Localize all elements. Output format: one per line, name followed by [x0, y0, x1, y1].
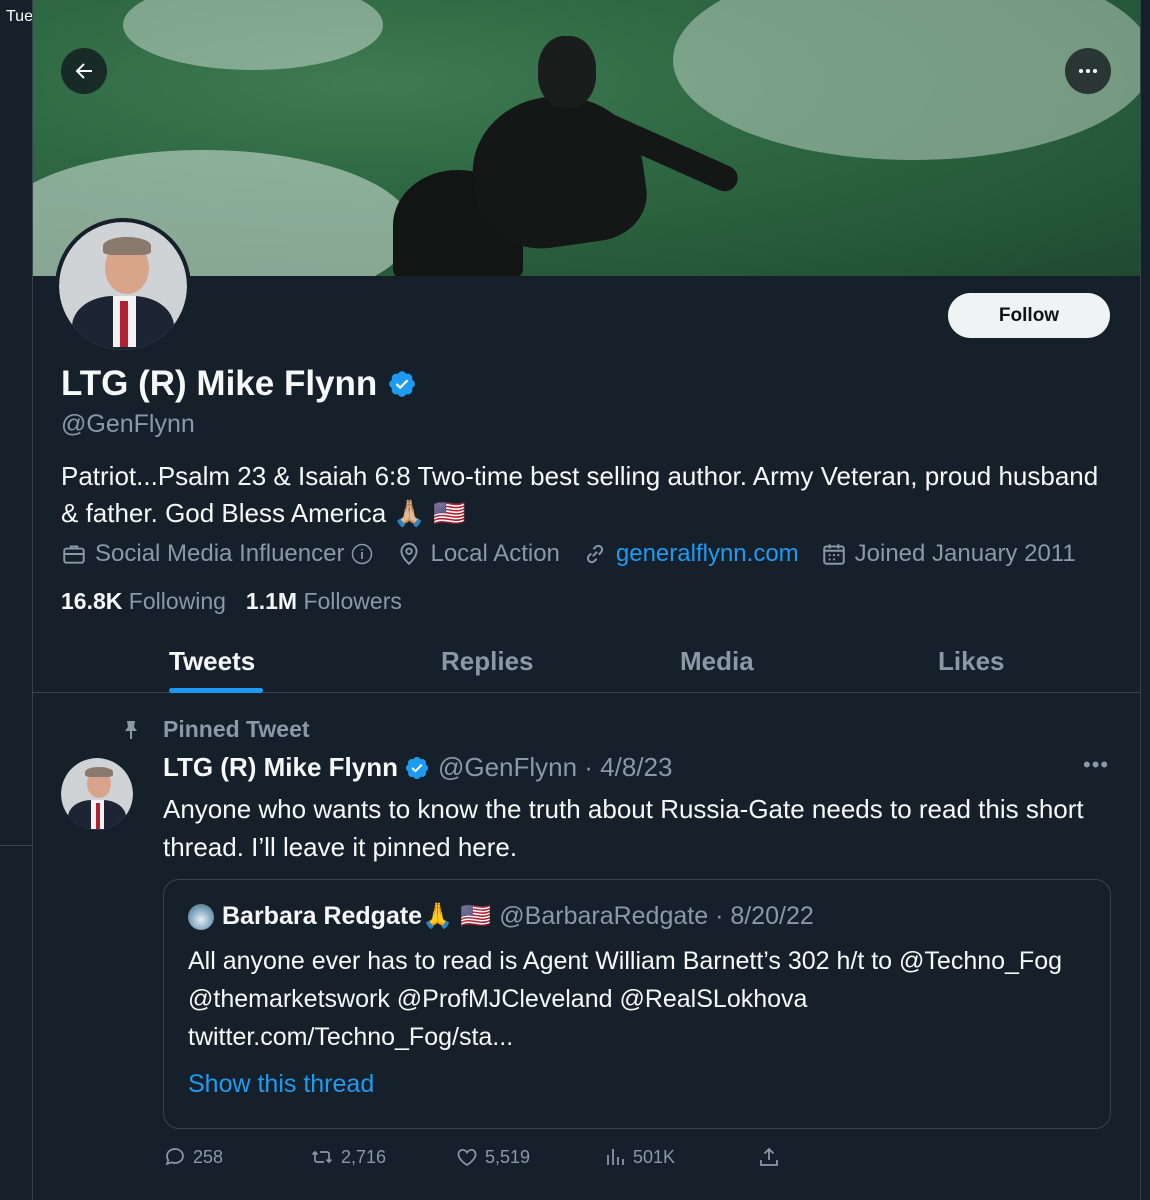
followers-stat[interactable]: 1.1M Followers [246, 588, 402, 615]
calendar-icon [822, 544, 845, 565]
banner-wave [123, 0, 383, 70]
profile-location: Local Action [396, 540, 560, 568]
quoted-handle-date: @BarbaraRedgate · 8/20/22 [499, 902, 814, 930]
profile-stats: 16.8K Following 1.1M Followers [61, 588, 422, 615]
info-icon[interactable] [350, 542, 374, 566]
active-tab-indicator [169, 688, 263, 693]
avatar-hair [102, 237, 152, 256]
retweet-icon [311, 1150, 333, 1164]
avatar-hair [85, 766, 113, 777]
briefcase-icon [63, 545, 85, 564]
profile-name-text: LTG (R) Mike Flynn [61, 364, 378, 403]
tab-tweets[interactable]: Tweets [169, 646, 255, 677]
verified-badge-icon[interactable] [404, 755, 430, 781]
rail-divider [0, 845, 32, 846]
tweet-author-name[interactable]: LTG (R) Mike Flynn [163, 752, 398, 783]
tab-likes[interactable]: Likes [938, 646, 1005, 677]
profile-column: Follow LTG (R) Mike Flynn @GenFlynn Patr… [32, 0, 1141, 1200]
avatar-tie [120, 301, 129, 348]
follow-button[interactable]: Follow [948, 293, 1110, 338]
views-count: 501K [633, 1146, 676, 1167]
profile-category: Social Media Influencer [61, 540, 374, 568]
tab-replies[interactable]: Replies [441, 646, 534, 677]
quoted-tweet-text: All anyone ever has to read is Agent Wil… [188, 947, 1063, 1051]
pinned-label: Pinned Tweet [163, 716, 310, 742]
profile-joined: Joined January 2011 [821, 540, 1076, 568]
back-button[interactable] [61, 48, 107, 94]
retweet-button[interactable]: 2,716 [309, 1145, 386, 1169]
retweet-count: 2,716 [341, 1146, 387, 1167]
reply-button[interactable]: 258 [163, 1145, 223, 1169]
avatar-tie [95, 802, 100, 829]
tweet-author-avatar[interactable] [61, 758, 133, 830]
followers-label: Followers [303, 588, 402, 614]
joined-label: Joined January 2011 [854, 540, 1076, 567]
pinned-indicator: Pinned Tweet [123, 716, 310, 743]
quoted-tweet-header: Barbara Redgate🙏 🇺🇸 @BarbaraRedgate · 8/… [188, 902, 814, 931]
arrow-left-icon [75, 63, 92, 79]
reply-count: 258 [193, 1146, 224, 1167]
profile-display-name: LTG (R) Mike Flynn [61, 364, 417, 404]
avatar-photo [59, 222, 187, 350]
category-label: Social Media Influencer [95, 540, 345, 567]
heart-icon [457, 1148, 477, 1166]
quoted-tweet[interactable]: Barbara Redgate🙏 🇺🇸 @BarbaraRedgate · 8/… [163, 879, 1111, 1129]
tweet-actions: 258 2,716 5,519 501K [163, 1145, 1063, 1175]
website-link[interactable]: generalflynn.com [616, 540, 799, 568]
profile-handle: @GenFlynn [61, 410, 195, 438]
profile-avatar[interactable] [55, 218, 191, 354]
location-label: Local Action [430, 540, 560, 567]
views-chart-icon [607, 1149, 624, 1165]
tweet-text: Anyone who wants to know the truth about… [163, 794, 1084, 862]
more-horizontal-icon [1079, 69, 1097, 73]
followers-count: 1.1M [245, 588, 298, 614]
profile-banner[interactable] [33, 0, 1140, 276]
verified-badge-icon[interactable] [387, 369, 417, 399]
reply-icon [165, 1148, 184, 1166]
tab-media[interactable]: Media [680, 646, 754, 677]
show-thread-link[interactable]: Show this thread [188, 1070, 374, 1099]
following-label: Following [128, 588, 226, 614]
views-button[interactable]: 501K [603, 1145, 675, 1169]
pin-icon [125, 721, 137, 739]
like-button[interactable]: 5,519 [455, 1145, 530, 1169]
more-options-button[interactable] [1065, 48, 1111, 94]
quoted-author-name: Barbara Redgate🙏 🇺🇸 [222, 902, 492, 930]
following-stat[interactable]: 16.8K Following [61, 588, 226, 615]
like-count: 5,519 [485, 1146, 531, 1167]
avatar-photo [61, 758, 133, 830]
tweet-header: LTG (R) Mike Flynn @GenFlynn · 4/8/23 [163, 752, 672, 783]
profile-bio: Patriot...Psalm 23 & Isaiah 6:8 Two-time… [61, 461, 1099, 528]
profile-website: generalflynn.com [582, 540, 799, 568]
profile-tabs: Tweets Replies Media Likes [33, 632, 1140, 693]
quoted-author-avatar [188, 903, 214, 930]
share-button[interactable] [757, 1145, 787, 1169]
profile-meta: Social Media Influencer Local Action gen… [61, 540, 1098, 568]
following-count: 16.8K [61, 588, 123, 614]
location-pin-icon [400, 542, 419, 566]
banner-surfer-head [538, 36, 596, 108]
tweet-handle-date[interactable]: @GenFlynn · 4/8/23 [438, 752, 673, 783]
share-icon [760, 1147, 778, 1166]
tweet-more-icon[interactable]: ••• [1083, 752, 1109, 778]
left-rail [0, 0, 32, 1200]
link-icon [586, 544, 603, 564]
